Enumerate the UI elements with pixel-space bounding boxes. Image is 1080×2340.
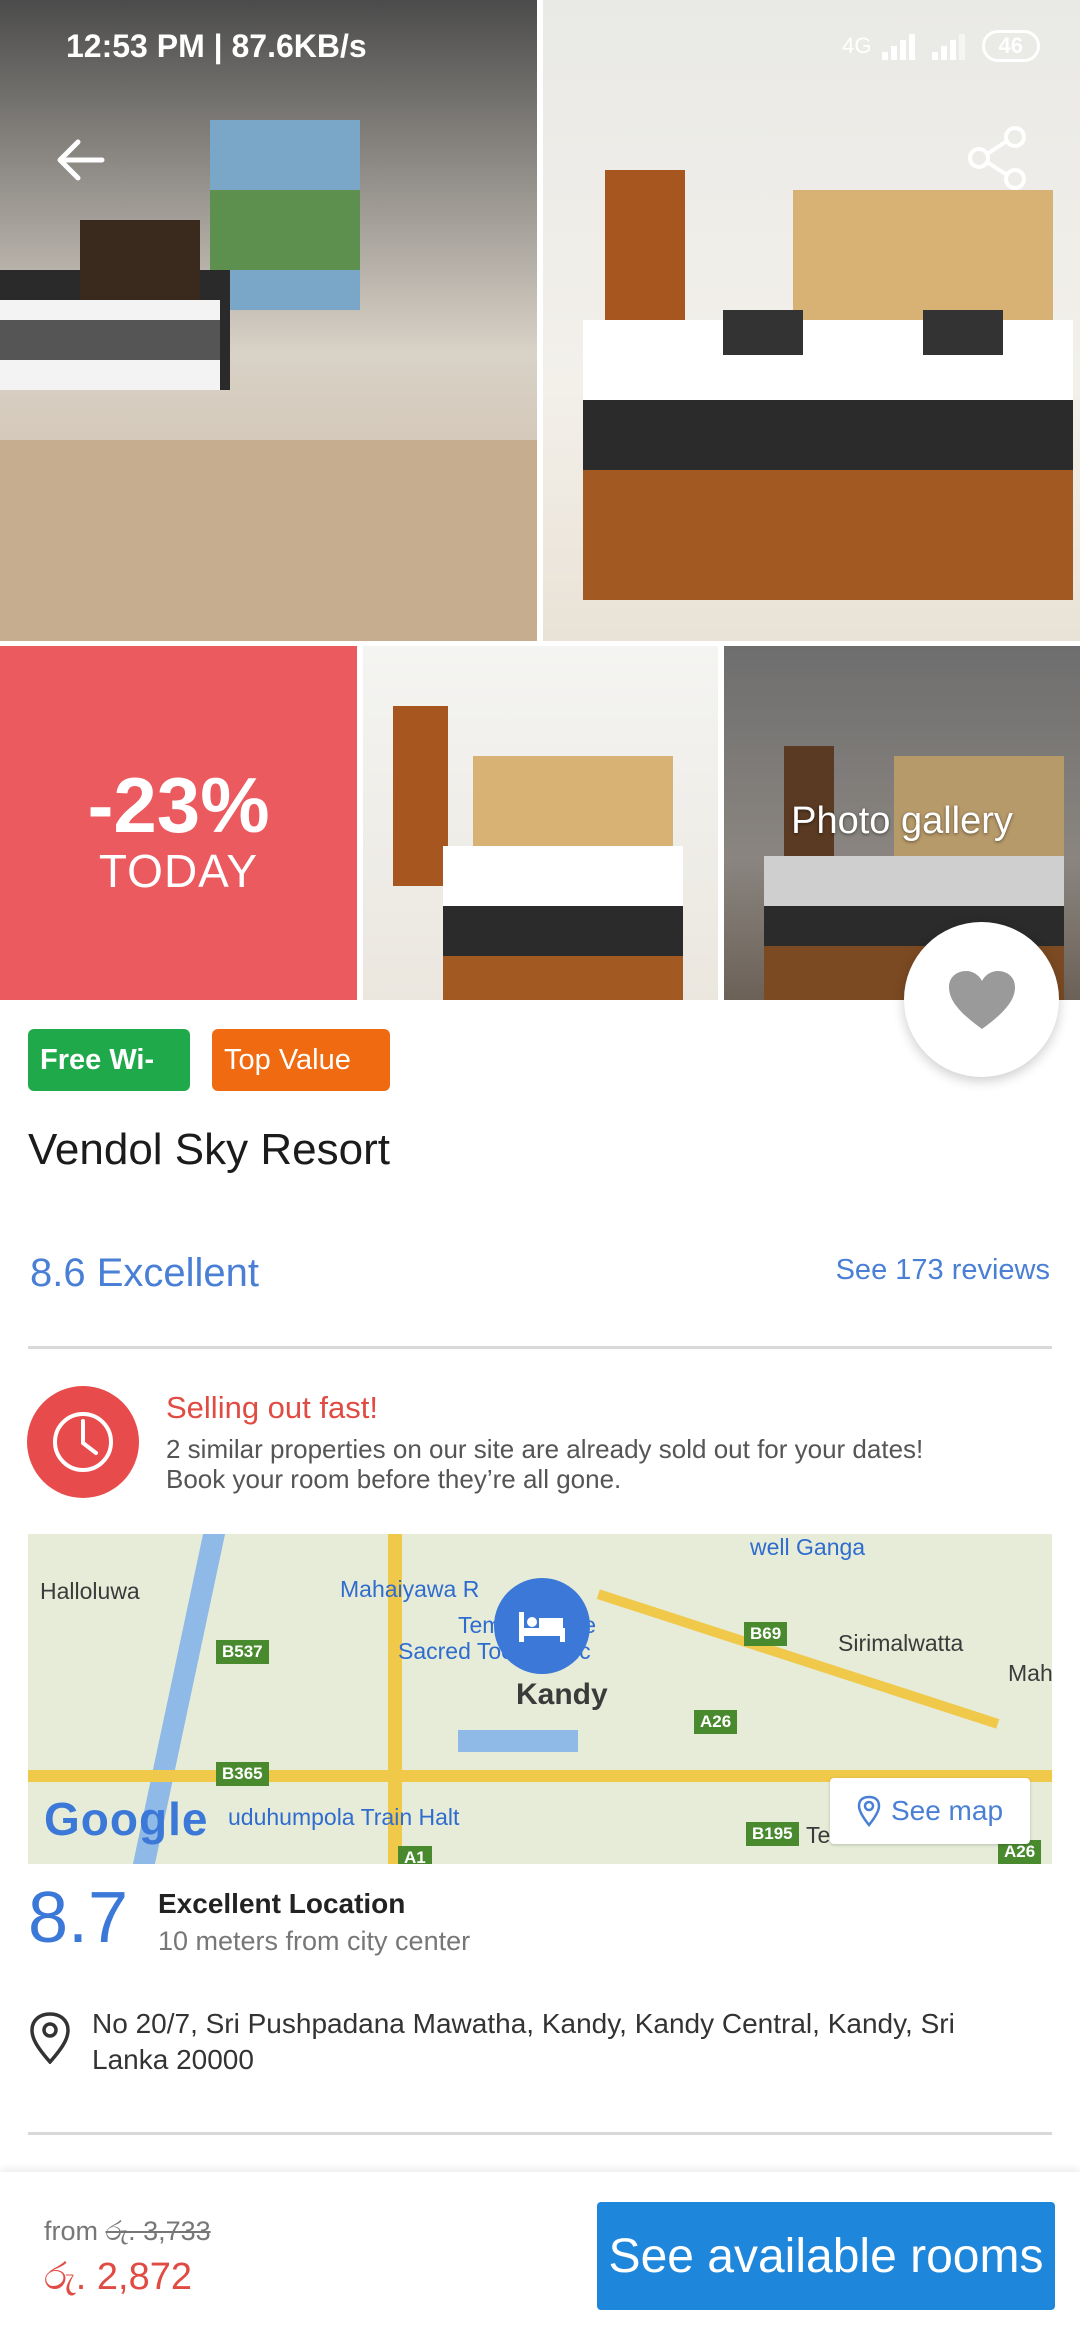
discount-promo-tile: -23% TODAY: [0, 646, 357, 1000]
location-score: 8.7: [28, 1878, 129, 1958]
price-from-label: from: [44, 2216, 98, 2246]
review-score: 8.6 Excellent: [30, 1251, 259, 1296]
see-available-rooms-button[interactable]: See available rooms: [597, 2202, 1055, 2310]
map-label: Mahaiyawa R: [340, 1576, 480, 1602]
current-price: රු. 2,872: [44, 2256, 192, 2298]
see-map-button[interactable]: See map: [830, 1778, 1030, 1844]
booking-bar: from රු. 3,733 රු. 2,872 See available r…: [0, 2172, 1080, 2340]
selling-out-line-1: 2 similar properties on our site are alr…: [166, 1434, 924, 1464]
share-icon: [968, 126, 1026, 190]
discount-period: TODAY: [98, 845, 259, 897]
map-label: Te: [806, 1822, 831, 1848]
address-line-2: Lanka 20000: [92, 2044, 254, 2075]
selling-out-title: Selling out fast!: [166, 1390, 378, 1425]
discount-percent: -23%: [87, 761, 270, 849]
map-label: Sirimalwatta: [838, 1630, 964, 1656]
map-label: Halloluwa: [40, 1578, 140, 1604]
share-button[interactable]: [958, 118, 1038, 198]
review-score-label: Excellent: [96, 1251, 260, 1295]
map-label: Kandy: [516, 1678, 608, 1711]
hotel-name: Vendol Sky Resort: [28, 1125, 390, 1174]
location-map[interactable]: Halloluwa Mahaiyawa R Temple of the Sacr…: [28, 1534, 1052, 1864]
clock-icon: [53, 1412, 113, 1472]
network-type: 4G: [842, 33, 872, 58]
hotel-address: No 20/7, Sri Pushpadana Mawatha, Kandy, …: [92, 2006, 1022, 2078]
selling-out-line-2: Book your room before they’re all gone.: [166, 1464, 622, 1494]
gallery-photo-3[interactable]: [363, 646, 718, 1000]
photo-gallery-label[interactable]: Photo gallery: [724, 800, 1080, 843]
google-logo: Google: [44, 1792, 208, 1846]
map-road-shield: B195: [746, 1822, 799, 1846]
back-button[interactable]: [40, 120, 120, 200]
location-title: Excellent Location: [158, 1888, 406, 1919]
status-bar: 12:53 PM | 87.6KB/s 4G 46: [0, 0, 1080, 100]
signal-icon: [881, 34, 915, 60]
map-road-shield: B365: [216, 1762, 269, 1786]
top-value-badge: Top Value: [212, 1029, 390, 1091]
free-wifi-badge: Free Wi-Fi: [28, 1029, 190, 1138]
price-from: from රු. 3,733: [44, 2216, 211, 2248]
map-label: uduhumpola Train Halt: [228, 1804, 460, 1830]
original-price: රු. 3,733: [105, 2216, 211, 2246]
see-map-label: See map: [890, 1795, 1004, 1826]
status-icons: 4G 46: [842, 30, 1040, 62]
location-pin-icon: [30, 2012, 70, 2064]
map-road: [596, 1589, 1000, 1729]
map-label: Mah: [1008, 1660, 1052, 1686]
location-subtitle: 10 meters from city center: [158, 1926, 471, 1956]
hotel-map-pin[interactable]: [494, 1578, 590, 1674]
map-road-shield: B537: [216, 1640, 269, 1664]
map-road-shield: B69: [744, 1622, 788, 1646]
review-score-value: 8.6: [30, 1251, 86, 1295]
google-logo-text: Google: [44, 1793, 209, 1845]
map-road-shield: A26: [694, 1710, 738, 1734]
urgency-clock-badge: [27, 1386, 139, 1498]
status-time: 12:53 PM | 87.6KB/s: [66, 28, 367, 64]
signal-2-icon: [931, 34, 965, 60]
divider: [28, 2132, 1052, 2135]
favorite-button[interactable]: [904, 922, 1059, 1077]
address-line-1: No 20/7, Sri Pushpadana Mawatha, Kandy, …: [92, 2008, 955, 2039]
arrow-left-icon: [57, 139, 105, 181]
map-road-shield: A1: [398, 1846, 432, 1864]
map-lake: [458, 1730, 578, 1752]
map-pin-icon: [857, 1795, 881, 1827]
bed-icon: [519, 1612, 565, 1642]
battery-indicator: 46: [981, 30, 1040, 62]
see-reviews-link[interactable]: See 173 reviews: [836, 1254, 1050, 1287]
heart-icon: [948, 970, 1015, 1029]
map-label: well Ganga: [750, 1534, 866, 1560]
selling-out-description: 2 similar properties on our site are alr…: [166, 1434, 1046, 1494]
divider: [28, 1346, 1052, 1349]
